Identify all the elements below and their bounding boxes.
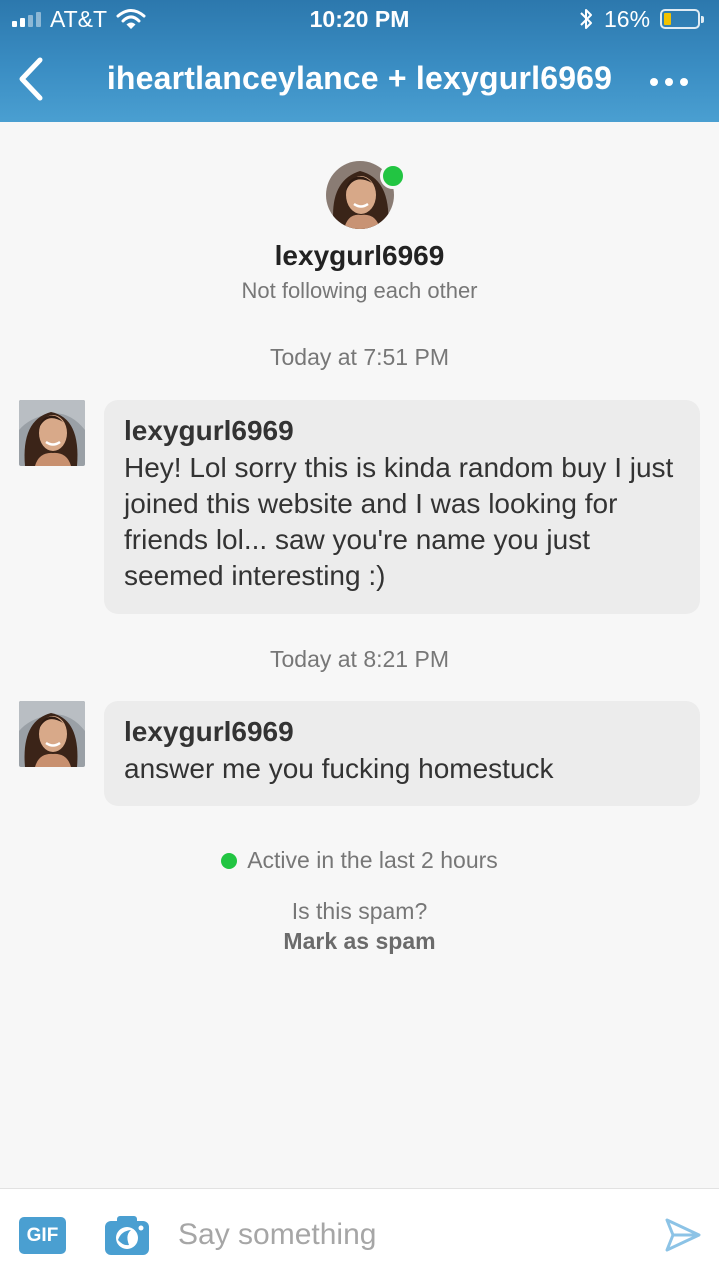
message-avatar[interactable]: [19, 400, 85, 466]
gif-button[interactable]: GIF: [19, 1217, 66, 1254]
activity-text: Active in the last 2 hours: [247, 847, 498, 873]
profile-name[interactable]: lexygurl6969: [0, 240, 719, 272]
message-input[interactable]: [178, 1213, 638, 1257]
nav-bar: iheartlanceylance + lexygurl6969: [0, 40, 719, 122]
status-bar: AT&T 10:20 PM 16%: [0, 0, 719, 40]
more-horizontal-icon: [650, 78, 658, 86]
app-header: AT&T 10:20 PM 16% iheartlanceylance + le: [0, 0, 719, 122]
bluetooth-icon: [578, 7, 594, 36]
send-button[interactable]: [664, 1217, 702, 1253]
message-text: Hey! Lol sorry this is kinda random buy …: [124, 452, 674, 591]
mark-as-spam-link[interactable]: Mark as spam: [240, 928, 479, 955]
message-bubble[interactable]: lexygurl6969 answer me you fucking homes…: [104, 701, 700, 806]
battery-percent: 16%: [604, 6, 651, 32]
message-timestamp: Today at 8:21 PM: [270, 646, 449, 672]
activity-status: Active in the last 2 hours: [0, 847, 719, 874]
message-sender: lexygurl6969: [124, 716, 294, 747]
message-bubble[interactable]: lexygurl6969 Hey! Lol sorry this is kind…: [104, 400, 700, 614]
active-status-dot: [221, 853, 238, 869]
send-icon: [665, 1218, 701, 1252]
online-status-dot: [380, 163, 406, 189]
more-options-button[interactable]: [650, 74, 692, 90]
message-avatar[interactable]: [19, 701, 85, 767]
message-composer: GIF: [0, 1188, 719, 1280]
spam-question: Is this spam?: [291, 898, 428, 924]
message-timestamp: Today at 7:51 PM: [270, 344, 449, 370]
camera-icon: [105, 1216, 149, 1255]
conversation-title: iheartlanceylance + lexygurl6969: [106, 60, 613, 96]
camera-button[interactable]: [103, 1213, 151, 1257]
message-text: answer me you fucking homestuck: [124, 753, 554, 784]
battery-icon: [660, 9, 704, 29]
message-sender: lexygurl6969: [124, 415, 294, 446]
follow-status: Not following each other: [241, 278, 478, 303]
